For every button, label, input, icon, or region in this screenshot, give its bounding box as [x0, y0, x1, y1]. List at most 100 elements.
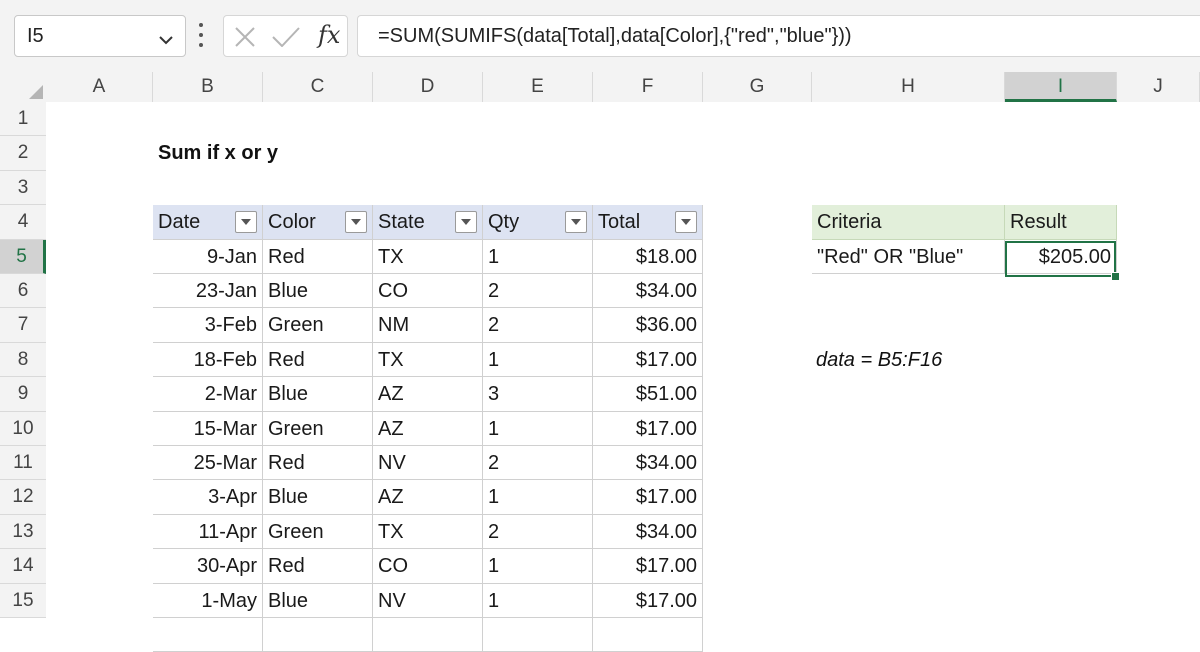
table-cell[interactable] — [593, 618, 703, 652]
table-cell[interactable]: $36.00 — [593, 308, 703, 343]
result-header[interactable]: Result — [1005, 205, 1117, 240]
column-header-c[interactable]: C — [263, 72, 373, 102]
row-header-14[interactable]: 14 — [0, 549, 46, 584]
table-cell[interactable]: 25-Mar — [153, 446, 263, 481]
table-cell[interactable]: $17.00 — [593, 549, 703, 584]
result-cell[interactable]: $205.00 — [1005, 239, 1117, 274]
table-cell[interactable]: CO — [373, 274, 483, 309]
table-cell[interactable]: TX — [373, 342, 483, 378]
table-cell[interactable]: 1 — [483, 411, 593, 446]
table-cell[interactable]: 9-Jan — [153, 239, 263, 274]
table-cell[interactable]: $34.00 — [593, 446, 703, 481]
table-cell[interactable] — [373, 618, 483, 652]
column-header-h[interactable]: H — [812, 72, 1005, 102]
table-cell[interactable]: 1-May — [153, 583, 263, 618]
table-cell[interactable]: NV — [373, 583, 483, 618]
table-cell[interactable]: $17.00 — [593, 411, 703, 446]
filter-dropdown-icon[interactable] — [345, 211, 367, 234]
column-header-i[interactable]: I — [1005, 72, 1117, 102]
name-box[interactable]: I5 — [14, 15, 186, 57]
table-cell[interactable]: 1 — [483, 583, 593, 618]
table-cell[interactable]: Blue — [263, 583, 373, 618]
criteria-cell[interactable]: "Red" OR "Blue" — [812, 239, 1005, 274]
row-header-12[interactable]: 12 — [0, 480, 46, 515]
column-header-d[interactable]: D — [373, 72, 483, 102]
table-cell[interactable]: 2 — [483, 274, 593, 309]
fill-handle[interactable] — [1111, 272, 1120, 281]
formula-input[interactable]: =SUM(SUMIFS(data[Total],data[Color],{"re… — [357, 15, 1200, 57]
table-cell[interactable]: AZ — [373, 411, 483, 446]
cancel-icon[interactable] — [234, 27, 256, 52]
column-header-a[interactable]: A — [46, 72, 153, 102]
table-cell[interactable]: 11-Apr — [153, 514, 263, 550]
table-header-color[interactable]: Color — [263, 205, 373, 240]
table-cell[interactable]: 30-Apr — [153, 549, 263, 584]
column-header-g[interactable]: G — [703, 72, 812, 102]
filter-dropdown-icon[interactable] — [235, 211, 257, 234]
column-header-b[interactable]: B — [153, 72, 263, 102]
row-header-4[interactable]: 4 — [0, 205, 46, 240]
table-cell[interactable]: TX — [373, 514, 483, 550]
column-header-j[interactable]: J — [1117, 72, 1200, 102]
row-header-5[interactable]: 5 — [0, 239, 46, 274]
table-cell[interactable] — [263, 618, 373, 652]
table-cell[interactable]: $34.00 — [593, 274, 703, 309]
table-header-qty[interactable]: Qty — [483, 205, 593, 240]
row-header-7[interactable]: 7 — [0, 308, 46, 343]
row-header-1[interactable]: 1 — [0, 102, 46, 137]
table-cell[interactable]: 2 — [483, 446, 593, 481]
chevron-down-icon[interactable] — [159, 32, 173, 50]
table-cell[interactable]: 3-Feb — [153, 308, 263, 343]
table-cell[interactable]: 2 — [483, 308, 593, 343]
row-header-10[interactable]: 10 — [0, 411, 46, 446]
table-cell[interactable]: $17.00 — [593, 583, 703, 618]
table-cell[interactable]: 23-Jan — [153, 274, 263, 309]
table-cell[interactable]: NM — [373, 308, 483, 343]
row-header-9[interactable]: 9 — [0, 377, 46, 412]
table-cell[interactable]: NV — [373, 446, 483, 481]
table-cell[interactable]: Red — [263, 549, 373, 584]
filter-dropdown-icon[interactable] — [455, 211, 477, 234]
table-cell[interactable]: AZ — [373, 480, 483, 515]
table-cell[interactable]: 2-Mar — [153, 377, 263, 412]
row-header-3[interactable]: 3 — [0, 170, 46, 206]
table-cell[interactable]: 1 — [483, 480, 593, 515]
select-all-button[interactable] — [0, 72, 46, 102]
table-cell[interactable] — [483, 618, 593, 652]
table-cell[interactable]: Green — [263, 411, 373, 446]
table-cell[interactable]: AZ — [373, 377, 483, 412]
table-cell[interactable]: 1 — [483, 342, 593, 378]
table-cell[interactable]: Green — [263, 308, 373, 343]
table-cell[interactable]: 3-Apr — [153, 480, 263, 515]
filter-dropdown-icon[interactable] — [565, 211, 587, 234]
table-header-state[interactable]: State — [373, 205, 483, 240]
table-cell[interactable]: $51.00 — [593, 377, 703, 412]
row-header-6[interactable]: 6 — [0, 274, 46, 309]
table-cell[interactable]: 1 — [483, 239, 593, 274]
table-cell[interactable]: Blue — [263, 377, 373, 412]
row-header-15[interactable]: 15 — [0, 583, 46, 618]
table-cell[interactable]: $18.00 — [593, 239, 703, 274]
table-cell[interactable]: Red — [263, 239, 373, 274]
column-header-e[interactable]: E — [483, 72, 593, 102]
insert-function-button[interactable]: fx — [318, 21, 340, 49]
vertical-dots-icon[interactable] — [198, 20, 204, 55]
row-header-2[interactable]: 2 — [0, 136, 46, 171]
table-cell[interactable]: TX — [373, 239, 483, 274]
table-cell[interactable]: $34.00 — [593, 514, 703, 550]
table-cell[interactable]: Red — [263, 446, 373, 481]
table-cell[interactable]: 3 — [483, 377, 593, 412]
row-header-8[interactable]: 8 — [0, 342, 46, 378]
table-cell[interactable]: 2 — [483, 514, 593, 550]
row-header-11[interactable]: 11 — [0, 446, 46, 481]
table-cell[interactable]: 15-Mar — [153, 411, 263, 446]
table-cell[interactable]: Blue — [263, 274, 373, 309]
table-cell[interactable]: Blue — [263, 480, 373, 515]
table-cell[interactable]: 1 — [483, 549, 593, 584]
table-cell[interactable]: CO — [373, 549, 483, 584]
table-cell[interactable]: Red — [263, 342, 373, 378]
table-cell[interactable] — [153, 618, 263, 652]
table-cell[interactable]: 18-Feb — [153, 342, 263, 378]
criteria-header[interactable]: Criteria — [812, 205, 1005, 240]
table-cell[interactable]: $17.00 — [593, 342, 703, 378]
